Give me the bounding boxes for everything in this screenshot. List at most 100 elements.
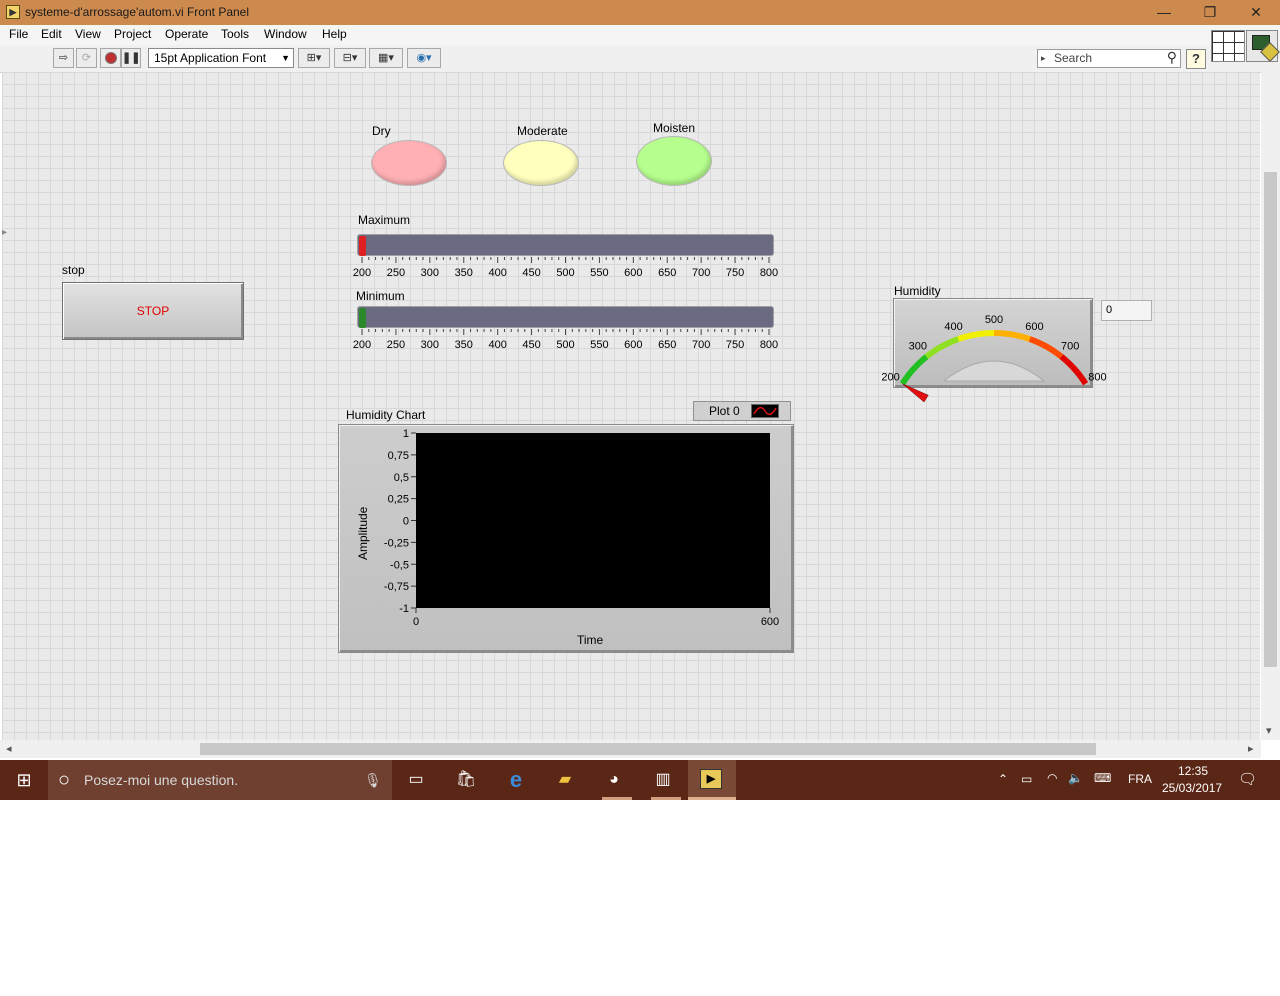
task-view-icon[interactable]: ▭ xyxy=(402,766,430,794)
resize-objects-icon[interactable]: ▦▾ xyxy=(369,48,403,68)
menu-view[interactable]: View xyxy=(75,27,101,41)
minimum-scale-tick-label: 300 xyxy=(421,339,439,351)
minimum-slider[interactable] xyxy=(357,306,774,328)
clock-date[interactable]: 25/03/2017 xyxy=(1162,781,1222,795)
battery-icon[interactable]: ▭ xyxy=(1021,772,1032,786)
chart-y-tick-label: 0,25 xyxy=(388,494,409,506)
gauge-tick-label: 800 xyxy=(1088,371,1106,383)
gauge-arc-segment xyxy=(1074,370,1084,380)
horizontal-scrollbar-thumb[interactable] xyxy=(200,743,1096,755)
windows-start-icon[interactable]: ⊞ xyxy=(0,760,48,800)
clock-time[interactable]: 12:35 xyxy=(1178,764,1208,778)
gauge-arc-segment xyxy=(1070,364,1080,374)
gauge-tick-label: 500 xyxy=(985,314,1003,326)
scroll-right-icon[interactable]: ▸ xyxy=(1248,742,1254,755)
menu-edit[interactable]: Edit xyxy=(41,27,62,41)
action-center-icon[interactable]: 🗨 xyxy=(1238,770,1257,788)
scroll-down-icon[interactable]: ▾ xyxy=(1266,724,1272,737)
maximum-scale-tick-label: 300 xyxy=(421,267,439,279)
menu-project[interactable]: Project xyxy=(114,27,151,41)
gauge-tick-label: 700 xyxy=(1061,341,1079,353)
menu-bar: File Edit View Project Operate Tools Win… xyxy=(0,25,1280,45)
edge-icon[interactable]: e xyxy=(502,766,530,794)
chrome-icon[interactable]: ◕ xyxy=(600,766,628,794)
volume-icon[interactable]: 🔈 xyxy=(1068,771,1083,785)
font-select-value: 15pt Application Font xyxy=(154,51,267,65)
menu-file[interactable]: File xyxy=(9,27,28,41)
chart-title: Humidity Chart xyxy=(346,408,426,422)
run-continuously-icon[interactable]: ⟳ xyxy=(76,48,97,68)
gauge-arc-segment xyxy=(950,336,960,345)
minimum-slider-knob[interactable] xyxy=(359,308,366,328)
popcorn-app-icon[interactable]: ▥ xyxy=(649,766,677,794)
abort-icon[interactable] xyxy=(100,48,121,68)
microphone-icon[interactable]: 🎙 xyxy=(364,760,382,800)
distribute-objects-icon[interactable]: ⊟▾ xyxy=(334,48,366,68)
labview-taskbar-button[interactable]: ▶ xyxy=(688,760,736,800)
pause-icon[interactable]: ❚❚ xyxy=(121,48,141,68)
context-help-icon[interactable]: ? xyxy=(1186,49,1206,69)
connector-pane-icon[interactable] xyxy=(1211,30,1245,62)
plot-legend-name: Plot 0 xyxy=(709,404,740,418)
vertical-scrollbar-thumb[interactable] xyxy=(1264,172,1277,667)
search-icon[interactable]: ⚲ xyxy=(1167,49,1177,66)
chart-y-tick-label: 1 xyxy=(403,428,409,440)
gauge-tick-label: 400 xyxy=(944,321,962,333)
align-objects-icon[interactable]: ⊞▾ xyxy=(298,48,330,68)
file-explorer-icon[interactable]: ▰ xyxy=(551,766,579,794)
gauge-arc-segment xyxy=(1047,345,1058,355)
gauge-arc-segment xyxy=(1035,338,1045,348)
chevron-down-icon: ▼ xyxy=(281,53,290,63)
run-arrow-icon[interactable]: ⇨ xyxy=(53,48,74,68)
stop-button[interactable]: STOP xyxy=(62,282,244,340)
close-button[interactable]: ✕ xyxy=(1233,0,1279,25)
cortana-search-box[interactable]: ○ Posez-moi une question. 🎙 xyxy=(48,760,392,800)
stop-label: stop xyxy=(62,263,85,277)
tray-chevron-icon[interactable]: ⌃ xyxy=(998,772,1008,786)
minimum-scale-tick-label: 700 xyxy=(692,339,710,351)
labview-taskbar-icon: ▶ xyxy=(700,769,722,789)
moisten-led xyxy=(637,137,711,185)
toolbar: ⇨ ⟳ ❚❚ 15pt Application Font ▼ ⊞▾ ⊟▾ ▦▾ … xyxy=(0,30,1280,73)
humidity-gauge: 200 300 400 500 600 700 800 xyxy=(881,298,1107,403)
gauge-arc-segment xyxy=(908,364,918,374)
scroll-left-icon[interactable]: ◂ xyxy=(6,742,12,755)
gauge-hub xyxy=(942,360,1046,382)
menu-help[interactable]: Help xyxy=(322,27,347,41)
gauge-arc-segment xyxy=(1008,331,1017,339)
labview-app-icon: ▶ xyxy=(6,5,20,19)
maximum-scale: 200 250 300 350 400 450 500 550 600 650 700 750 800 xyxy=(353,257,778,279)
gauge-arc-segment xyxy=(918,354,929,364)
wifi-icon[interactable]: ◠ xyxy=(1047,771,1057,785)
search-input[interactable]: ▸ Search ⚲ xyxy=(1037,49,1181,68)
keyboard-icon[interactable]: ⌨ xyxy=(1094,771,1111,785)
minimize-button[interactable]: — xyxy=(1141,0,1187,25)
font-select[interactable]: 15pt Application Font ▼ xyxy=(148,48,294,68)
store-icon[interactable]: 🛍 xyxy=(452,766,480,794)
menu-operate[interactable]: Operate xyxy=(165,27,208,41)
gauge-tick-label: 300 xyxy=(909,341,927,353)
horizontal-scrollbar[interactable]: ◂ ▸ xyxy=(0,740,1261,758)
dry-label: Dry xyxy=(372,124,391,138)
menu-window[interactable]: Window xyxy=(264,27,307,41)
maximum-scale-tick-label: 500 xyxy=(556,267,574,279)
minimum-scale-tick-label: 350 xyxy=(455,339,473,351)
dry-led xyxy=(372,141,446,185)
title-bar: ▶ systeme-d'arrossage'autom.vi Front Pan… xyxy=(0,0,1280,25)
moisten-label: Moisten xyxy=(653,121,696,135)
reorder-icon[interactable]: ◉▾ xyxy=(407,48,441,68)
maximum-slider-knob[interactable] xyxy=(359,236,366,256)
language-indicator[interactable]: FRA xyxy=(1128,772,1152,786)
chart-y-tick-label: -0,75 xyxy=(384,581,409,593)
gauge-needle xyxy=(902,383,929,403)
chart-x-tick-label: 600 xyxy=(761,616,779,628)
vertical-scrollbar[interactable]: ▾ xyxy=(1261,72,1280,740)
vi-icon[interactable] xyxy=(1246,30,1280,62)
plot-legend[interactable]: Plot 0 xyxy=(693,401,791,421)
menu-tools[interactable]: Tools xyxy=(221,27,249,41)
chrome-active-indicator xyxy=(602,797,632,800)
humidity-gauge-dial: 200 300 400 500 600 700 800 xyxy=(881,314,1107,403)
restore-button[interactable]: ❐ xyxy=(1187,0,1233,25)
humidity-chart: 1 0,75 0,5 0,25 0 -0,25 -0,5 -0,75 -1 0 600 Amplit… xyxy=(338,424,794,653)
maximum-slider[interactable] xyxy=(357,234,774,256)
